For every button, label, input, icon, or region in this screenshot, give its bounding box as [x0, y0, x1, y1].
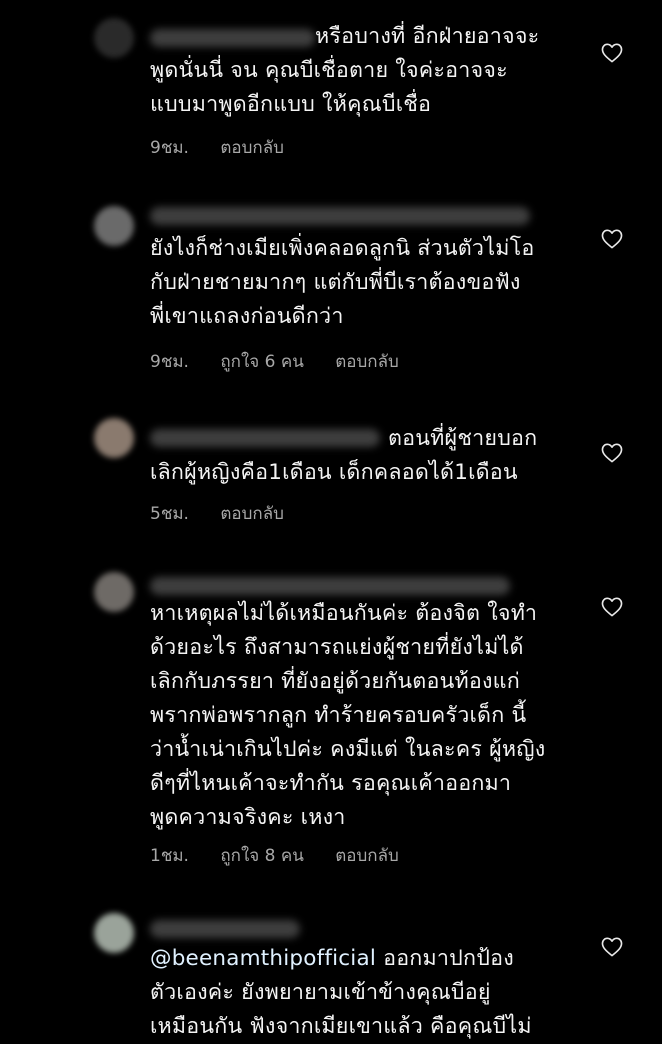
comment-item: หาเหตุผลไม่ได้เหมือนกันค่ะ ต้องจิต ใจทำ … — [0, 560, 662, 880]
username-blurred[interactable] — [150, 920, 300, 938]
comment-item: ตอนที่ผู้ชายบอก เลิกผู้หญิงคือ1เดือน เด็… — [0, 410, 662, 530]
comment-item: ยังไงก็ช่างเมียเพิ่งคลอดลูกนิ ส่วนตัวไม่… — [0, 195, 662, 385]
comment-text-first: ออกมาปกป้อง — [376, 946, 514, 971]
avatar[interactable] — [94, 18, 134, 58]
comment-text: ยังไงก็ช่างเมียเพิ่งคลอดลูกนิ ส่วนตัวไม่… — [150, 236, 535, 329]
username-blurred[interactable] — [150, 577, 510, 595]
reply-button[interactable]: ตอบกลับ — [220, 138, 284, 158]
comment-meta: 5ชม. ตอบกลับ — [150, 500, 310, 527]
reply-button[interactable]: ตอบกลับ — [335, 846, 399, 866]
comment-text-rest: พูดนั่นนี่ จน คุณบีเชื่อตาย ใจค่ะอาจจะ แ… — [150, 58, 508, 117]
comment-text-rest: ตัวเองค่ะ ยังพยายามเข้าข้างคุณบีอยู่ เหม… — [150, 980, 532, 1039]
comment-text-first: ตอนที่ผู้ชายบอก — [388, 426, 538, 451]
heart-outline-icon[interactable] — [601, 443, 623, 463]
comment-text-rest: เลิกผู้หญิงคือ1เดือน เด็กคลอดได้1เดือน — [150, 460, 518, 485]
username-blurred[interactable] — [150, 207, 530, 225]
comment-item: @beenamthipofficial ออกมาปกป้อง ตัวเองค่… — [0, 905, 662, 1039]
reply-button[interactable]: ตอบกลับ — [220, 504, 284, 524]
heart-outline-icon[interactable] — [601, 597, 623, 617]
comment-time: 1ชม. — [150, 846, 189, 866]
comment-meta: 1ชม. ถูกใจ 8 คน ตอบกลับ — [150, 842, 425, 869]
comment-time: 5ชม. — [150, 504, 189, 524]
like-count[interactable]: ถูกใจ 6 คน — [220, 352, 303, 372]
avatar[interactable] — [94, 206, 134, 246]
heart-outline-icon[interactable] — [601, 937, 623, 957]
comment-text-first: หรือบางที่ อีกฝ่ายอาจจะ — [315, 24, 540, 49]
reply-button[interactable]: ตอบกลับ — [335, 352, 399, 372]
comment-mention[interactable]: @beenamthipofficial — [150, 946, 376, 971]
comment-text: หรือบางที่ อีกฝ่ายอาจจะ พูดนั่นนี่ จน คุ… — [150, 20, 590, 122]
avatar[interactable] — [94, 418, 134, 458]
like-count[interactable]: ถูกใจ 8 คน — [220, 846, 303, 866]
heart-outline-icon[interactable] — [601, 229, 623, 249]
avatar[interactable] — [94, 913, 134, 953]
heart-outline-icon[interactable] — [601, 43, 623, 63]
comment-meta: 9ชม. ตอบกลับ — [150, 134, 310, 161]
comment-time: 9ชม. — [150, 138, 189, 158]
comment-text: ตอนที่ผู้ชายบอก เลิกผู้หญิงคือ1เดือน เด็… — [150, 422, 590, 490]
avatar[interactable] — [94, 572, 134, 612]
comment-text: หาเหตุผลไม่ได้เหมือนกันค่ะ ต้องจิต ใจทำ … — [150, 601, 546, 830]
comment-text: @beenamthipofficial ออกมาปกป้อง ตัวเองค่… — [150, 942, 590, 1044]
comment-time: 9ชม. — [150, 352, 189, 372]
comment-meta: 9ชม. ถูกใจ 6 คน ตอบกลับ — [150, 348, 425, 375]
comment-item: หรือบางที่ อีกฝ่ายอาจจะ พูดนั่นนี่ จน คุ… — [0, 0, 662, 170]
